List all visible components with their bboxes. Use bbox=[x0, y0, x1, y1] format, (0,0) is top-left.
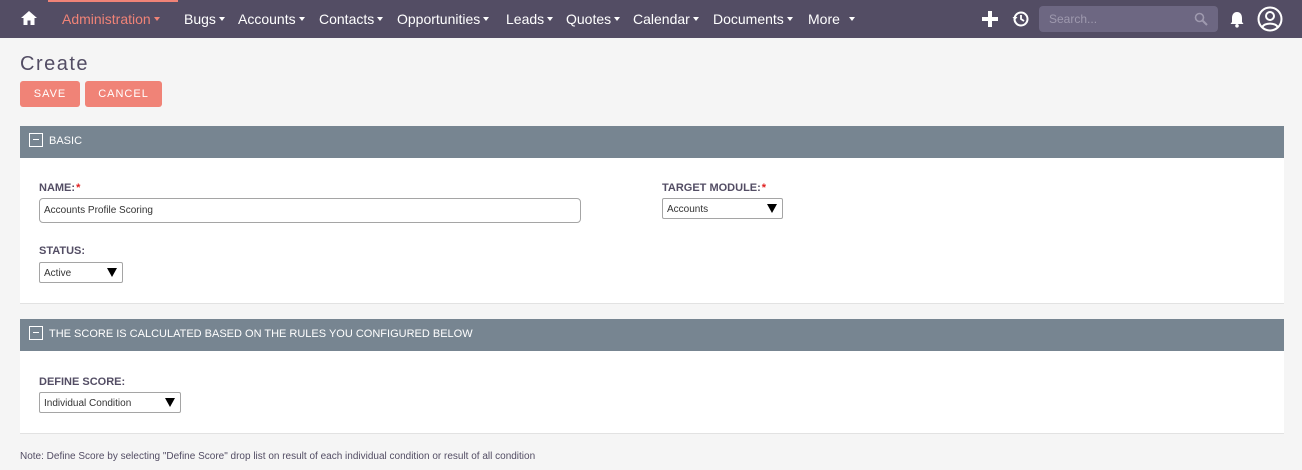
search-icon[interactable] bbox=[1194, 12, 1208, 26]
caret-down-icon bbox=[483, 17, 490, 22]
collapse-icon[interactable] bbox=[29, 133, 43, 147]
score-panel-header[interactable]: THE SCORE IS CALCULATED BASED ON THE RUL… bbox=[20, 319, 1284, 351]
name-label: NAME:* bbox=[39, 182, 81, 194]
basic-panel-header[interactable]: BASIC bbox=[20, 126, 1284, 158]
nav-item-opportunities[interactable]: Opportunities bbox=[397, 11, 490, 27]
search-input[interactable] bbox=[1039, 6, 1189, 32]
caret-down-icon bbox=[218, 17, 225, 22]
page-title: Create bbox=[20, 53, 90, 75]
caret-down-icon bbox=[377, 17, 384, 22]
score-panel-title: THE SCORE IS CALCULATED BASED ON THE RUL… bbox=[49, 328, 473, 340]
cancel-button[interactable]: CANCEL bbox=[85, 81, 162, 107]
target-module-select[interactable]: Accounts bbox=[662, 198, 783, 219]
dropdown-arrow-icon bbox=[107, 268, 117, 277]
score-panel-body: DEFINE SCORE: Individual Condition bbox=[20, 351, 1284, 434]
save-button[interactable]: SAVE bbox=[20, 81, 80, 107]
nav-item-calendar[interactable]: Calendar bbox=[633, 11, 699, 27]
basic-panel-title: BASIC bbox=[49, 135, 83, 147]
status-select[interactable]: Active bbox=[39, 262, 123, 283]
plus-icon[interactable] bbox=[980, 9, 1000, 29]
collapse-icon[interactable] bbox=[29, 326, 43, 340]
nav-item-more[interactable]: More bbox=[808, 11, 855, 27]
active-tab-indicator bbox=[48, 0, 178, 2]
dropdown-arrow-icon bbox=[767, 204, 777, 213]
nav-item-administration[interactable]: Administration bbox=[62, 11, 160, 27]
nav-item-leads[interactable]: Leads bbox=[506, 11, 554, 27]
name-field[interactable] bbox=[39, 198, 581, 223]
nav-item-bugs[interactable]: Bugs bbox=[184, 11, 225, 27]
define-score-note: Note: Define Score by selecting "Define … bbox=[20, 451, 536, 462]
top-navbar: Administration Bugs Accounts Contacts Op… bbox=[0, 0, 1302, 38]
dropdown-arrow-icon bbox=[165, 398, 175, 407]
home-icon[interactable] bbox=[20, 9, 38, 27]
caret-down-icon bbox=[547, 17, 554, 22]
define-score-select[interactable]: Individual Condition bbox=[39, 392, 181, 413]
nav-item-quotes[interactable]: Quotes bbox=[566, 11, 621, 27]
bell-icon[interactable] bbox=[1227, 9, 1247, 29]
define-score-label: DEFINE SCORE: bbox=[39, 376, 126, 388]
user-icon[interactable] bbox=[1257, 6, 1283, 32]
nav-item-documents[interactable]: Documents bbox=[713, 11, 793, 27]
target-module-label: TARGET MODULE:* bbox=[662, 182, 767, 194]
caret-down-icon bbox=[153, 17, 160, 22]
caret-down-icon bbox=[298, 17, 305, 22]
history-icon[interactable] bbox=[1011, 9, 1031, 29]
status-label: STATUS: bbox=[39, 245, 86, 257]
nav-item-contacts[interactable]: Contacts bbox=[319, 11, 384, 27]
caret-down-icon bbox=[848, 17, 855, 22]
search-box bbox=[1039, 6, 1218, 32]
basic-panel-body: NAME:* TARGET MODULE:* Accounts STATUS: … bbox=[20, 158, 1284, 304]
required-marker: * bbox=[761, 182, 767, 194]
required-marker: * bbox=[76, 182, 81, 194]
nav-item-accounts[interactable]: Accounts bbox=[238, 11, 305, 27]
caret-down-icon bbox=[786, 17, 793, 22]
caret-down-icon bbox=[614, 17, 621, 22]
caret-down-icon bbox=[692, 17, 699, 22]
